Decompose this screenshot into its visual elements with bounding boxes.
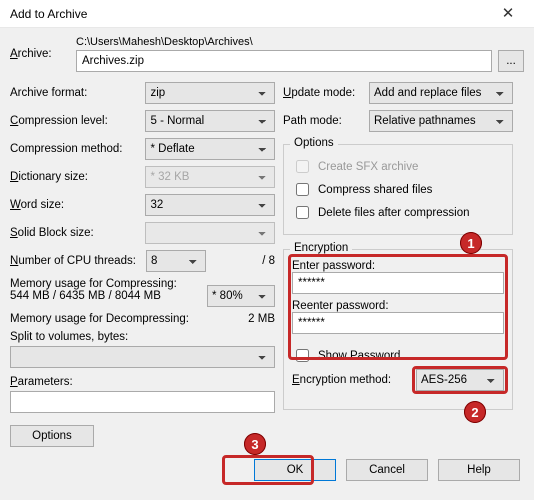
memd-value: 2 MB (248, 313, 275, 325)
params-input[interactable] (10, 391, 275, 413)
options-button[interactable]: Options (10, 425, 94, 447)
threads-total: / 8 (212, 255, 275, 267)
help-button[interactable]: Help (438, 459, 520, 481)
archive-file-input[interactable] (76, 50, 492, 72)
split-label: Split to volumes, bytes: (10, 331, 275, 343)
right-column: Update mode: Add and replace files Path … (283, 82, 513, 447)
shared-checkbox[interactable] (296, 183, 309, 196)
archive-row: Archive: C:\Users\Mahesh\Desktop\Archive… (10, 36, 524, 72)
memc-label: Memory usage for Compressing: (10, 278, 201, 290)
update-label: Update mode: (283, 87, 363, 99)
annotation-marker-1: 1 (460, 232, 482, 254)
showpw-row[interactable]: Show Password (292, 346, 504, 365)
memc-detail: 544 MB / 6435 MB / 8044 MB (10, 290, 201, 302)
level-select[interactable]: 5 - Normal (145, 110, 275, 132)
dict-label: Dictionary size: (10, 171, 139, 183)
close-icon[interactable]: ✕ (488, 0, 528, 28)
sfx-check-row: Create SFX archive (292, 157, 504, 176)
options-legend: Options (290, 137, 338, 149)
method-label: Compression method: (10, 143, 139, 155)
browse-button[interactable]: ... (498, 50, 524, 72)
footer: 3 OK Cancel Help (0, 453, 534, 491)
delete-checkbox[interactable] (296, 206, 309, 219)
params-label: Parameters: (10, 376, 275, 388)
update-select[interactable]: Add and replace files (369, 82, 513, 104)
content-area: Archive: C:\Users\Mahesh\Desktop\Archive… (0, 28, 534, 453)
word-label: Word size: (10, 199, 139, 211)
encm-label: Encryption method: (292, 374, 410, 386)
sfx-checkbox (296, 160, 309, 173)
threads-label: Number of CPU threads: (10, 255, 140, 267)
encryption-legend: Encryption (290, 242, 352, 254)
block-select (145, 222, 275, 244)
left-column: Archive format: zip Compression level: 5… (10, 82, 275, 447)
ok-button[interactable]: OK (254, 459, 336, 481)
cancel-button[interactable]: Cancel (346, 459, 428, 481)
memc-select[interactable]: * 80% (207, 285, 275, 307)
options-group: Options Create SFX archive Compress shar… (283, 144, 513, 235)
path-label: Path mode: (283, 115, 363, 127)
encryption-group: Encryption 1 Enter password: Reenter pas… (283, 249, 513, 410)
delete-label: Delete files after compression (318, 207, 469, 219)
archive-path: C:\Users\Mahesh\Desktop\Archives\ (76, 36, 524, 48)
memd-label: Memory usage for Decompressing: (10, 313, 242, 325)
dialog-window: Add to Archive ✕ Archive: C:\Users\Mahes… (0, 0, 534, 500)
annotation-marker-3: 3 (244, 433, 266, 455)
showpw-checkbox[interactable] (296, 349, 309, 362)
threads-select[interactable]: 8 (146, 250, 206, 272)
titlebar: Add to Archive ✕ (0, 0, 534, 28)
sfx-label: Create SFX archive (318, 161, 418, 173)
method-select[interactable]: * Deflate (145, 138, 275, 160)
encm-select[interactable]: AES-256 (416, 369, 504, 391)
format-select[interactable]: zip (145, 82, 275, 104)
pw2-label: Reenter password: (292, 300, 504, 312)
archive-path-group: C:\Users\Mahesh\Desktop\Archives\ ... (76, 36, 524, 72)
block-label: Solid Block size: (10, 227, 139, 239)
shared-check-row[interactable]: Compress shared files (292, 180, 504, 199)
pw2-input[interactable] (292, 312, 504, 334)
split-select[interactable] (10, 346, 275, 368)
dict-select: * 32 KB (145, 166, 275, 188)
path-select[interactable]: Relative pathnames (369, 110, 513, 132)
format-label: Archive format: (10, 87, 139, 99)
annotation-marker-2: 2 (464, 401, 486, 423)
pw-input[interactable] (292, 272, 504, 294)
delete-check-row[interactable]: Delete files after compression (292, 203, 504, 222)
shared-label: Compress shared files (318, 184, 432, 196)
pw-label: Enter password: (292, 260, 504, 272)
showpw-label: Show Password (318, 350, 400, 362)
dialog-title: Add to Archive (10, 7, 488, 21)
archive-label: Archive: (10, 48, 70, 60)
word-select[interactable]: 32 (145, 194, 275, 216)
level-label: Compression level: (10, 115, 139, 127)
